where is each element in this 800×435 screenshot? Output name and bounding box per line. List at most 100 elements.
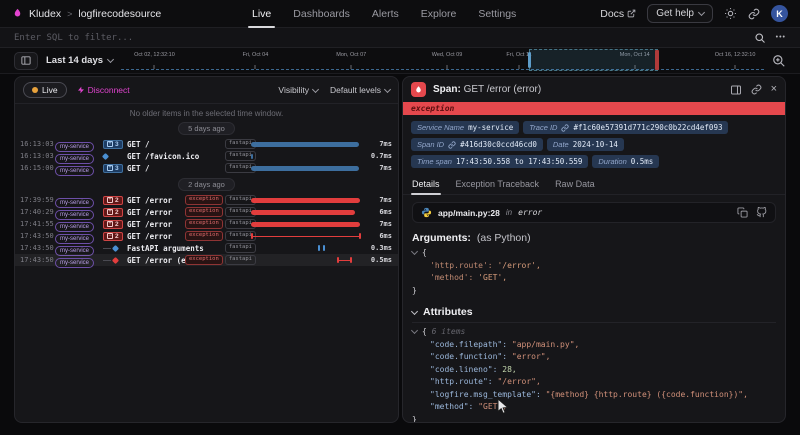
duration-label: 6ms (354, 232, 392, 240)
live-toggle-button[interactable]: Live (23, 82, 67, 98)
chevron-down-icon (107, 56, 114, 63)
sidebar-toggle-button[interactable] (14, 52, 38, 70)
more-options-icon[interactable]: ••• (776, 34, 786, 41)
tab-explore[interactable]: Explore (421, 0, 457, 28)
expand-count-badge[interactable]: +2 (103, 220, 123, 229)
zoom-in-icon[interactable] (772, 54, 786, 68)
breadcrumb-project[interactable]: logfirecodesource (78, 8, 161, 20)
service-badge: my-service (55, 258, 94, 268)
duration-bar (251, 254, 363, 266)
duration-bar (251, 242, 363, 254)
duration-bar (251, 162, 363, 174)
trace-list-panel: Live Disconnect Visibility Default level… (14, 76, 399, 423)
chevron-down-icon (411, 307, 418, 314)
share-link-icon[interactable] (748, 8, 760, 20)
time-divider-badge: 5 days ago (178, 122, 235, 135)
span-name: GET /error (127, 196, 172, 205)
span-name: GET /favicon.ico (127, 152, 199, 161)
code-file-path[interactable]: app/main.py:28 (438, 208, 500, 218)
sql-filter-input[interactable] (14, 33, 754, 43)
time-range-dropdown[interactable]: Last 14 days (46, 55, 113, 66)
time-divider-badge: 2 days ago (178, 178, 235, 191)
collapse-chevron-icon[interactable] (411, 248, 418, 255)
span-detail-panel: Span: GET /error (error) × exception Ser… (402, 76, 786, 423)
visibility-dropdown[interactable]: Visibility (278, 85, 318, 95)
tab-live[interactable]: Live (252, 0, 271, 28)
expand-icon: + (107, 165, 113, 171)
expand-count-badge[interactable]: +3 (103, 164, 123, 173)
disconnect-plug-icon (77, 86, 85, 94)
timeline[interactable]: Oct 02, 12:32:10 Fri, Oct 04 Mon, Oct 07… (121, 49, 764, 73)
timeline-tick-label: Wed, Oct 09 (432, 52, 462, 58)
expand-count-badge[interactable]: +3 (103, 140, 123, 149)
duration-bar (251, 206, 363, 218)
copy-icon[interactable] (737, 207, 748, 218)
tag-exception: exception (185, 231, 223, 241)
trace-time: 17:39:59 (20, 196, 55, 204)
duration-label: 0.3ms (354, 244, 392, 252)
duration-label: 0.7ms (354, 152, 392, 160)
python-icon (421, 207, 432, 218)
selection-end-marker[interactable] (655, 50, 659, 70)
collapse-icon: − (107, 233, 113, 239)
trace-time: 16:13:03 (20, 140, 55, 148)
close-icon[interactable]: × (771, 84, 777, 95)
tab-details[interactable]: Details (411, 176, 441, 194)
tab-settings[interactable]: Settings (478, 0, 516, 28)
tree-connector (103, 248, 111, 249)
meta-span-id[interactable]: Span ID#416d30c0ccd46cd0 (411, 138, 543, 151)
tag-exception: exception (185, 207, 223, 217)
theme-toggle-sun-icon[interactable] (724, 7, 737, 20)
mouse-cursor (497, 398, 509, 415)
search-icon[interactable] (754, 32, 766, 44)
tab-dashboards[interactable]: Dashboards (293, 0, 350, 28)
duration-bar (251, 150, 363, 162)
timeline-selection[interactable] (529, 49, 658, 71)
duration-bar (251, 194, 363, 206)
get-help-button[interactable]: Get help (647, 4, 713, 23)
tab-alerts[interactable]: Alerts (372, 0, 399, 28)
disconnect-button[interactable]: Disconnect (77, 85, 130, 95)
expand-icon: + (107, 209, 113, 215)
timeline-tick (255, 65, 256, 69)
items-count-note: 6 items (432, 327, 466, 336)
in-label: in (506, 208, 512, 217)
duration-bar (251, 230, 363, 242)
github-icon[interactable] (756, 207, 767, 218)
chevron-down-icon (312, 85, 319, 92)
span-diamond-icon (112, 244, 119, 251)
expand-count-badge[interactable]: +2 (103, 208, 123, 217)
dock-panel-icon[interactable] (730, 84, 742, 96)
user-avatar[interactable]: K (771, 5, 788, 22)
span-diamond-icon (112, 256, 119, 263)
trace-row[interactable]: 16:15:00 my-service +3 GET / fastapi 7ms (15, 162, 398, 174)
error-span-icon (411, 82, 426, 97)
tab-exception-traceback[interactable]: Exception Traceback (455, 176, 541, 194)
exception-banner: exception (403, 102, 785, 115)
copy-link-icon[interactable] (751, 84, 762, 95)
timeline-tick (351, 65, 352, 69)
timeline-tick-label: Oct 16, 12:32:10 (715, 52, 756, 58)
default-levels-dropdown[interactable]: Default levels (330, 85, 390, 95)
expand-count-badge[interactable]: +2 (103, 196, 123, 205)
duration-label: 7ms (354, 196, 392, 204)
panel-toggle-icon (20, 55, 32, 66)
selection-start-handle[interactable] (528, 52, 531, 68)
duration-bar (251, 138, 363, 150)
meta-trace-id[interactable]: Trace ID#f1c60e57391d771c290c0b22cd4ef09… (523, 121, 728, 134)
span-detail-tabs: Details Exception Traceback Raw Data (403, 173, 785, 195)
link-icon (561, 124, 569, 132)
docs-link[interactable]: Docs (600, 8, 636, 20)
breadcrumb-org[interactable]: Kludex (29, 8, 61, 20)
expand-icon: + (107, 197, 113, 203)
expand-icon: + (107, 141, 113, 147)
trace-child-row-selected[interactable]: 17:43:50 my-service GET /error (error) e… (15, 254, 398, 266)
attributes-heading[interactable]: Attributes (412, 306, 776, 318)
tag-exception: exception (185, 195, 223, 205)
span-name: FastAPI arguments (127, 244, 204, 253)
collapse-count-badge[interactable]: −2 (103, 232, 123, 241)
tab-raw-data[interactable]: Raw Data (554, 176, 596, 194)
live-status-dot (32, 87, 38, 93)
span-name: GET /error (127, 208, 172, 217)
collapse-chevron-icon[interactable] (411, 327, 418, 334)
